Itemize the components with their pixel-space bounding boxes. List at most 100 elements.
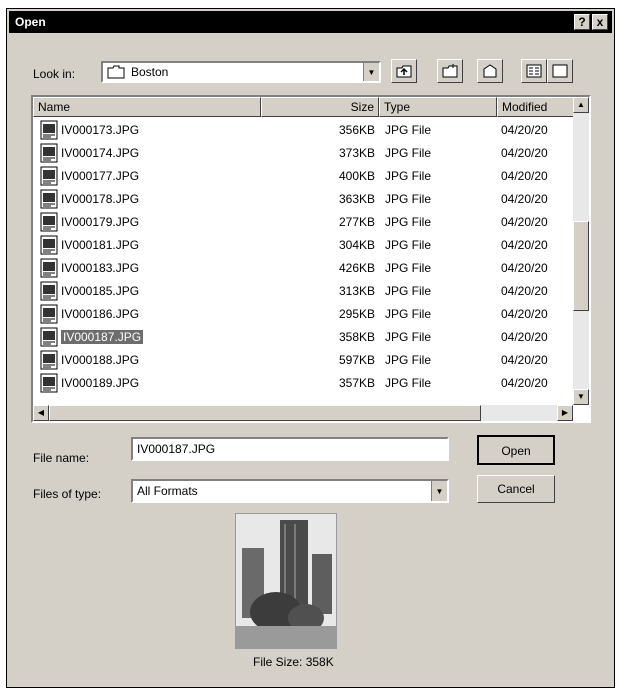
file-type-cell: JPG File bbox=[385, 192, 432, 206]
file-row[interactable]: IV000183.JPG 426KB JPG File 04/20/20 bbox=[33, 257, 578, 279]
list-view-icon bbox=[522, 63, 546, 79]
jpg-file-icon bbox=[39, 304, 59, 327]
file-modified-cell: 04/20/20 bbox=[501, 330, 548, 344]
file-modified-cell: 04/20/20 bbox=[501, 123, 548, 137]
file-modified-cell: 04/20/20 bbox=[501, 146, 548, 160]
file-size-cell: 358KB bbox=[338, 330, 375, 344]
file-size-cell: 295KB bbox=[338, 307, 375, 321]
look-in-combo[interactable]: Boston ▼ bbox=[101, 61, 381, 83]
file-name-input[interactable]: IV000187.JPG bbox=[131, 437, 449, 461]
column-size[interactable]: Size bbox=[261, 97, 379, 117]
up-folder-icon bbox=[392, 63, 416, 79]
file-row[interactable]: IV000174.JPG 373KB JPG File 04/20/20 bbox=[33, 142, 578, 164]
file-type-cell: JPG File bbox=[385, 376, 432, 390]
file-size-cell: 357KB bbox=[338, 376, 375, 390]
file-name-cell: IV000181.JPG bbox=[61, 238, 140, 252]
help-button[interactable]: ? bbox=[574, 14, 590, 30]
file-size-value: 358K bbox=[305, 655, 334, 669]
up-folder-button[interactable] bbox=[391, 59, 417, 83]
file-type-dropdown-arrow[interactable]: ▼ bbox=[431, 481, 447, 501]
scroll-down-button[interactable]: ▼ bbox=[573, 389, 589, 405]
file-name-label: File name: bbox=[33, 451, 90, 465]
file-name-cell: IV000187.JPG bbox=[61, 330, 144, 344]
look-in-value: Boston bbox=[131, 65, 169, 79]
file-type-value: All Formats bbox=[137, 484, 198, 498]
file-modified-cell: 04/20/20 bbox=[501, 353, 548, 367]
column-type[interactable]: Type bbox=[379, 97, 497, 117]
file-modified-cell: 04/20/20 bbox=[501, 215, 548, 229]
column-name[interactable]: Name bbox=[33, 97, 261, 117]
file-name-cell: IV000179.JPG bbox=[61, 215, 140, 229]
file-name-cell: IV000173.JPG bbox=[61, 123, 140, 137]
file-size-cell: 426KB bbox=[338, 261, 375, 275]
file-row[interactable]: IV000181.JPG 304KB JPG File 04/20/20 bbox=[33, 234, 578, 256]
horizontal-scrollbar[interactable]: ◀ ▶ bbox=[33, 405, 573, 421]
file-size-cell: 313KB bbox=[338, 284, 375, 298]
details-view-button[interactable] bbox=[547, 59, 573, 83]
jpg-file-icon bbox=[39, 327, 59, 350]
file-size-label: File Size: bbox=[253, 655, 303, 669]
file-type-label: Files of type: bbox=[33, 487, 102, 501]
dialog-title: Open bbox=[15, 15, 46, 29]
file-row[interactable]: IV000185.JPG 313KB JPG File 04/20/20 bbox=[33, 280, 578, 302]
file-name-cell: IV000183.JPG bbox=[61, 261, 140, 275]
file-size-cell: 363KB bbox=[338, 192, 375, 206]
scroll-up-button[interactable]: ▲ bbox=[573, 97, 589, 113]
scroll-right-button[interactable]: ▶ bbox=[557, 405, 573, 421]
file-name-value: IV000187.JPG bbox=[137, 442, 216, 456]
jpg-file-icon bbox=[39, 166, 59, 189]
horizontal-scroll-thumb[interactable] bbox=[49, 405, 481, 421]
details-view-icon bbox=[548, 63, 572, 79]
file-row[interactable]: IV000187.JPG 358KB JPG File 04/20/20 bbox=[33, 326, 578, 348]
jpg-file-icon bbox=[39, 212, 59, 235]
open-button[interactable]: Open bbox=[477, 435, 555, 465]
jpg-file-icon bbox=[39, 258, 59, 281]
file-row[interactable]: IV000178.JPG 363KB JPG File 04/20/20 bbox=[33, 188, 578, 210]
new-folder-icon bbox=[438, 63, 462, 79]
file-row[interactable]: IV000186.JPG 295KB JPG File 04/20/20 bbox=[33, 303, 578, 325]
file-size-cell: 356KB bbox=[338, 123, 375, 137]
cancel-button[interactable]: Cancel bbox=[477, 475, 555, 503]
file-modified-cell: 04/20/20 bbox=[501, 376, 548, 390]
preview-file-size: File Size: 358K bbox=[253, 655, 334, 669]
file-modified-cell: 04/20/20 bbox=[501, 238, 548, 252]
file-type-cell: JPG File bbox=[385, 307, 432, 321]
jpg-file-icon bbox=[39, 373, 59, 396]
new-folder-button[interactable] bbox=[437, 59, 463, 83]
file-row[interactable]: IV000177.JPG 400KB JPG File 04/20/20 bbox=[33, 165, 578, 187]
file-row[interactable]: IV000188.JPG 597KB JPG File 04/20/20 bbox=[33, 349, 578, 371]
file-name-cell: IV000174.JPG bbox=[61, 146, 140, 160]
file-type-cell: JPG File bbox=[385, 284, 432, 298]
file-type-select[interactable]: All Formats ▼ bbox=[131, 479, 449, 503]
column-modified[interactable]: Modified bbox=[497, 97, 577, 117]
file-name-cell: IV000186.JPG bbox=[61, 307, 140, 321]
vertical-scrollbar[interactable]: ▲ ▼ bbox=[573, 97, 589, 405]
file-name-cell: IV000189.JPG bbox=[61, 376, 140, 390]
file-row[interactable]: IV000189.JPG 357KB JPG File 04/20/20 bbox=[33, 372, 578, 394]
open-dialog: Open ? x Look in: Boston ▼ Name Size Typ… bbox=[6, 8, 615, 688]
scroll-left-button[interactable]: ◀ bbox=[33, 405, 49, 421]
file-list[interactable]: Name Size Type Modified IV000173.JPG 356K… bbox=[31, 95, 591, 423]
preview-image bbox=[235, 513, 337, 649]
file-type-cell: JPG File bbox=[385, 169, 432, 183]
jpg-file-icon bbox=[39, 189, 59, 212]
look-in-label: Look in: bbox=[33, 67, 76, 81]
jpg-file-icon bbox=[39, 120, 59, 143]
look-in-dropdown-arrow[interactable]: ▼ bbox=[363, 63, 379, 81]
file-size-cell: 373KB bbox=[338, 146, 375, 160]
file-type-cell: JPG File bbox=[385, 123, 432, 137]
file-row[interactable]: IV000179.JPG 277KB JPG File 04/20/20 bbox=[33, 211, 578, 233]
vertical-scroll-thumb[interactable] bbox=[573, 221, 589, 311]
file-modified-cell: 04/20/20 bbox=[501, 307, 548, 321]
file-type-cell: JPG File bbox=[385, 146, 432, 160]
file-row[interactable]: IV000173.JPG 356KB JPG File 04/20/20 bbox=[33, 119, 578, 141]
desktop-button[interactable] bbox=[477, 59, 503, 83]
file-modified-cell: 04/20/20 bbox=[501, 261, 548, 275]
file-type-cell: JPG File bbox=[385, 261, 432, 275]
file-size-cell: 400KB bbox=[338, 169, 375, 183]
jpg-file-icon bbox=[39, 143, 59, 166]
list-view-button[interactable] bbox=[521, 59, 547, 83]
jpg-file-icon bbox=[39, 281, 59, 304]
file-type-cell: JPG File bbox=[385, 330, 432, 344]
close-button[interactable]: x bbox=[592, 14, 608, 30]
